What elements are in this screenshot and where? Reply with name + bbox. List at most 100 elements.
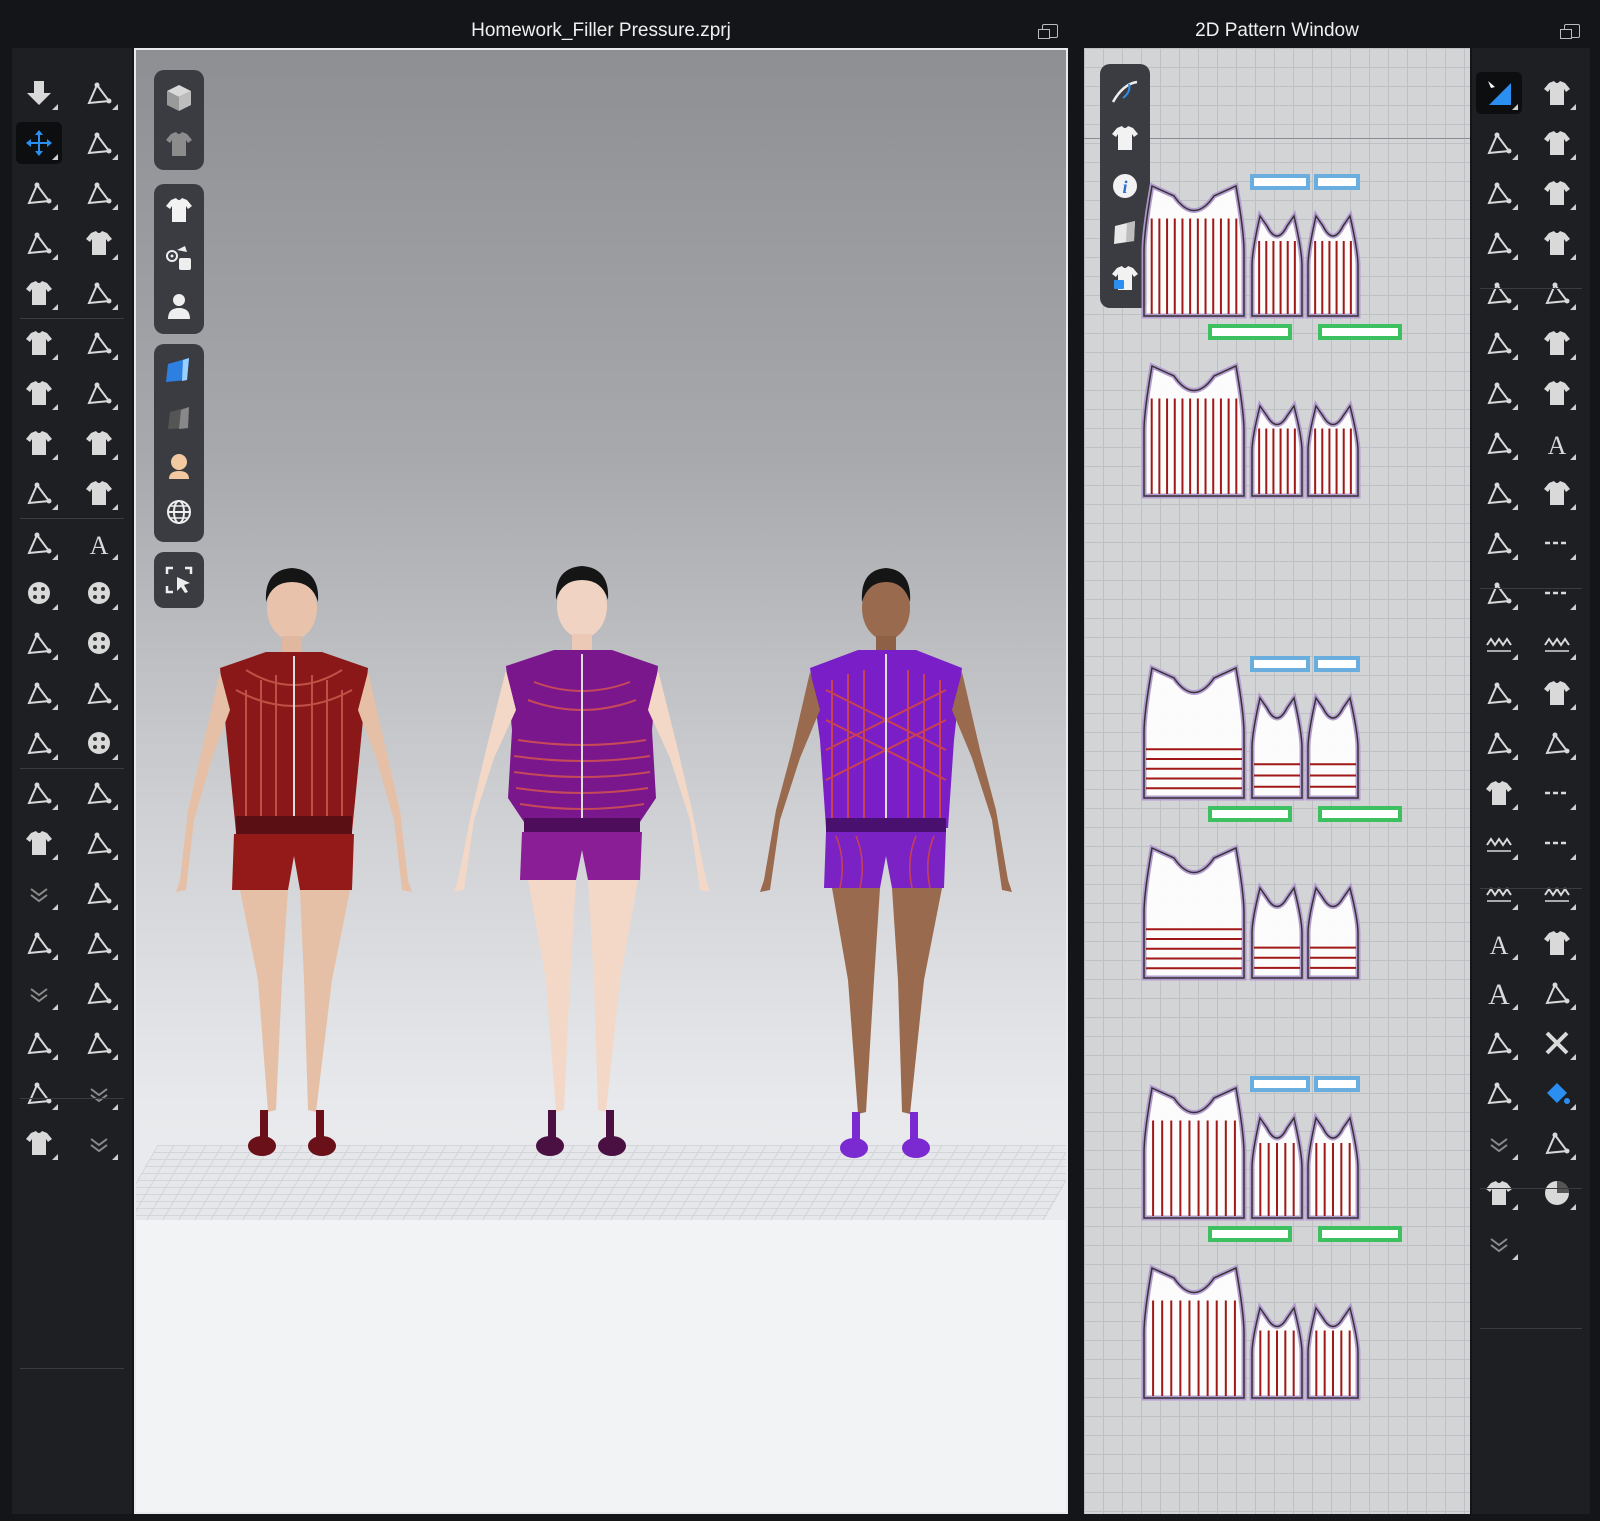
link-icon[interactable] [1476,172,1522,214]
pattern-front-vertical[interactable] [1141,182,1247,319]
pattern-back-right-lining-horizontal[interactable] [1305,882,1361,981]
fold-garment-icon[interactable] [1476,772,1522,814]
collapse-icon[interactable] [76,1072,122,1114]
collapse-icon[interactable] [76,1122,122,1164]
pattern-front-diagonal[interactable] [1141,1084,1247,1221]
garment-pin-icon[interactable] [76,222,122,264]
box-arrangement-icon[interactable] [76,972,122,1014]
text-icon[interactable]: A [1476,922,1522,964]
collapse-icon[interactable] [16,972,62,1014]
button-sew-icon[interactable] [76,572,122,614]
garment-zigzag-icon[interactable] [1534,872,1580,914]
pattern-back-right-lining-vertical[interactable] [1305,400,1361,499]
lasso-icon[interactable] [16,172,62,214]
zip-icon[interactable] [76,372,122,414]
pattern-back-right-lining-diagonal[interactable] [1305,1302,1361,1401]
notch-icon[interactable] [1476,722,1522,764]
pattern-band[interactable] [1250,656,1310,672]
pattern-back-left-horizontal[interactable] [1249,691,1305,801]
tape-measure-icon[interactable] [1476,1022,1522,1064]
collapse-icon[interactable] [1476,1122,1522,1164]
rectangle-icon[interactable] [1476,522,1522,564]
ruler-vertical-icon[interactable] [1534,772,1580,814]
zipper-icon[interactable] [76,772,122,814]
pattern-back-left-lining-vertical[interactable] [1249,400,1305,499]
edit-pattern-icon[interactable] [1476,72,1522,114]
wave-icon[interactable] [1534,622,1580,664]
button-icon[interactable] [16,572,62,614]
avatar-3[interactable] [760,568,1012,1158]
cylinder-icon[interactable] [76,922,122,964]
collapse-icon[interactable] [1476,1222,1522,1264]
avatar-scene[interactable] [136,50,1066,1250]
down-arrow-icon[interactable] [16,72,62,114]
fold-icon[interactable] [76,122,122,164]
pattern-band[interactable] [1318,324,1402,340]
restore-window-icon[interactable] [1038,24,1058,39]
button-lock-icon[interactable] [76,722,122,764]
flat-tube-icon[interactable] [16,1022,62,1064]
transform-avatar-icon[interactable] [16,922,62,964]
garment-stitch-icon[interactable] [1534,672,1580,714]
garment-icon[interactable] [16,272,62,314]
pie-icon[interactable] [1534,1172,1580,1214]
pattern-front-lining-vertical[interactable] [1141,362,1247,499]
zigzag-icon[interactable] [1476,872,1522,914]
bezier-icon[interactable] [1476,272,1522,314]
ruler-icon[interactable] [1534,822,1580,864]
pattern-band[interactable] [1318,806,1402,822]
zigzag-garment-icon[interactable] [1476,622,1522,664]
buttonhole-icon[interactable] [76,622,122,664]
dash-line-icon[interactable] [1534,522,1580,564]
zipper-slider-icon[interactable] [76,822,122,864]
zigzag-icon[interactable] [1476,822,1522,864]
garment-free-sew-icon[interactable] [1534,172,1580,214]
garment-transform-icon[interactable] [16,422,62,464]
pattern-band[interactable] [1314,1076,1360,1092]
garment-search-icon[interactable] [1534,222,1580,264]
strap-icon[interactable] [76,672,122,714]
add-point-icon[interactable] [1476,322,1522,364]
avatar-edit-icon[interactable] [16,722,62,764]
sewing-machine-icon[interactable] [16,472,62,514]
corner-icon[interactable] [1476,422,1522,464]
polygon-icon[interactable] [1476,122,1522,164]
pattern-mirror-icon[interactable] [1476,672,1522,714]
avatar-2[interactable] [454,566,710,1156]
texture-garment-icon[interactable]: A [76,522,122,564]
walk-icon[interactable] [76,72,122,114]
garment-freeze-icon[interactable] [76,422,122,464]
garment-move-icon[interactable] [16,372,62,414]
pattern-band[interactable] [1314,174,1360,190]
measure-garment-icon[interactable] [16,1122,62,1164]
garment-checker-icon[interactable] [1534,372,1580,414]
pattern-band[interactable] [1314,656,1360,672]
internal-shape-icon[interactable] [1476,472,1522,514]
pattern-band[interactable] [1250,174,1310,190]
avatar-1[interactable] [176,568,412,1156]
tube-icon[interactable] [76,872,122,914]
pattern-front-lining-horizontal[interactable] [1141,844,1247,981]
move-icon[interactable] [16,122,62,164]
pattern-band[interactable] [1208,324,1292,340]
pattern-back-right-vertical[interactable] [1305,209,1361,319]
collapse-icon[interactable] [16,872,62,914]
pattern-back-left-diagonal[interactable] [1249,1111,1305,1221]
shirring-icon[interactable] [1534,722,1580,764]
3d-viewport[interactable] [134,48,1068,1514]
pattern-band[interactable] [1250,1076,1310,1092]
pattern-front-horizontal[interactable] [1141,664,1247,801]
sew-icon[interactable] [76,272,122,314]
brush-icon[interactable] [1534,1122,1580,1164]
tack-icon[interactable] [76,172,122,214]
restore-window-icon[interactable] [1560,24,1580,39]
texture-icon[interactable]: A [1534,422,1580,464]
garment-attach-icon[interactable] [1534,72,1580,114]
cross-icon[interactable] [1534,1022,1580,1064]
garment-spray-icon[interactable] [1476,1172,1522,1214]
box-select-icon[interactable] [16,222,62,264]
fold-arrange-icon[interactable] [16,772,62,814]
pattern-back-left-lining-diagonal[interactable] [1249,1302,1305,1401]
checker-garment-icon[interactable] [76,472,122,514]
pattern-back-left-vertical[interactable] [1249,209,1305,319]
